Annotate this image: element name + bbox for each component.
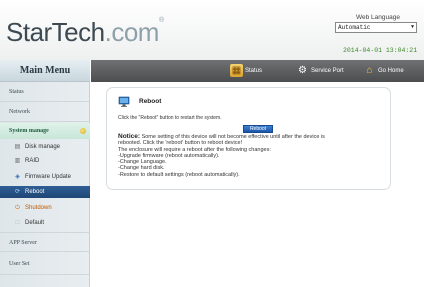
sidebar-item-user-set[interactable]: User Set — [0, 253, 90, 275]
panel-description: Click the "Reboot" button to restart the… — [118, 115, 222, 121]
dropdown-arrow-icon[interactable]: ▼ — [411, 23, 414, 32]
datetime-display: 2014-04-01 13:04:21 — [343, 47, 418, 54]
shutdown-icon: ⏻ — [15, 205, 20, 211]
service-port-button[interactable]: ⚙ Service Port — [296, 60, 344, 82]
logo-text-startech: StarTech — [6, 17, 105, 47]
notice-line: -Restore to default settings (reboot aut… — [118, 171, 240, 178]
reboot-icon: ⟳ — [14, 189, 21, 195]
main-content: Reboot Click the "Reboot" button to rest… — [91, 82, 424, 287]
service-port-label: Service Port — [311, 68, 344, 74]
sidebar-subitem-shutdown[interactable]: ⏻ Shutdown — [0, 202, 90, 214]
reboot-monitor-icon — [118, 96, 130, 107]
raid-icon: ▥ — [14, 158, 21, 164]
sidebar-subitem-label: RAID — [25, 158, 40, 164]
sidebar-subitem-label: Reboot — [25, 189, 45, 195]
default-icon: □ — [15, 220, 20, 226]
firmware-icon: ◈ — [15, 174, 20, 180]
sidebar-subitem-reboot[interactable]: ⟳ Reboot — [0, 186, 90, 198]
sidebar-subitem-label: Firmware Update — [25, 174, 72, 180]
web-language-label: Web Language — [356, 14, 400, 21]
go-home-button[interactable]: ⌂ Go Home — [363, 60, 404, 82]
panel-title: Reboot — [139, 98, 162, 105]
sidebar-item-status[interactable]: Status — [0, 82, 90, 102]
sidebar-subitem-default[interactable]: □ Default — [0, 217, 90, 229]
main-menu-title: Main Menu — [0, 60, 90, 82]
sidebar-item-system-manage[interactable]: System manage — [0, 123, 90, 139]
logo-trademark: ® — [158, 17, 164, 24]
go-home-label: Go Home — [378, 68, 404, 74]
top-nav-bar: ▦ Status ⚙ Service Port ⌂ Go Home — [91, 60, 424, 82]
gear-icon: ⚙ — [298, 64, 307, 76]
status-button-label: Status — [245, 68, 263, 74]
status-icon: ▦ — [230, 63, 243, 77]
language-select-value: Automatic — [338, 24, 371, 31]
sidebar-subitem-label: Default — [25, 220, 45, 226]
notice-block: Notice: Some setting of this device will… — [118, 133, 386, 178]
home-icon: ⌂ — [366, 64, 373, 76]
sidebar-subitem-raid[interactable]: ▥ RAID — [0, 155, 90, 167]
sidebar-subitem-firmware-update[interactable]: ◈ Firmware Update — [0, 171, 90, 183]
disk-icon: ▤ — [14, 144, 21, 150]
status-button[interactable]: ▦ Status — [230, 60, 262, 82]
active-indicator-icon — [80, 128, 86, 134]
notice-label: Notice: — [118, 133, 141, 140]
reboot-button[interactable]: Reboot — [243, 125, 273, 133]
sidebar-subitem-label: Shutdown — [25, 205, 52, 211]
startech-logo[interactable]: StarTech.com® — [6, 17, 164, 48]
sidebar-item-app-server[interactable]: APP Server — [0, 232, 90, 252]
reboot-panel: Reboot Click the "Reboot" button to rest… — [106, 87, 391, 190]
sidebar-subitem-disk-manage[interactable]: ▤ Disk manage — [0, 141, 90, 153]
header: StarTech.com® Web Language Automatic ▼ 2… — [0, 0, 424, 60]
notice-text: Some setting of this device will not bec… — [141, 134, 325, 140]
sidebar-item-label: System manage — [9, 128, 49, 134]
sidebar-subitem-label: Disk manage — [25, 144, 61, 150]
logo-text-com: .com — [104, 17, 160, 47]
sidebar: Main Menu Status Network System manage ▤… — [0, 60, 90, 287]
language-select[interactable]: Automatic ▼ — [335, 22, 417, 33]
sidebar-item-network[interactable]: Network — [0, 102, 90, 122]
